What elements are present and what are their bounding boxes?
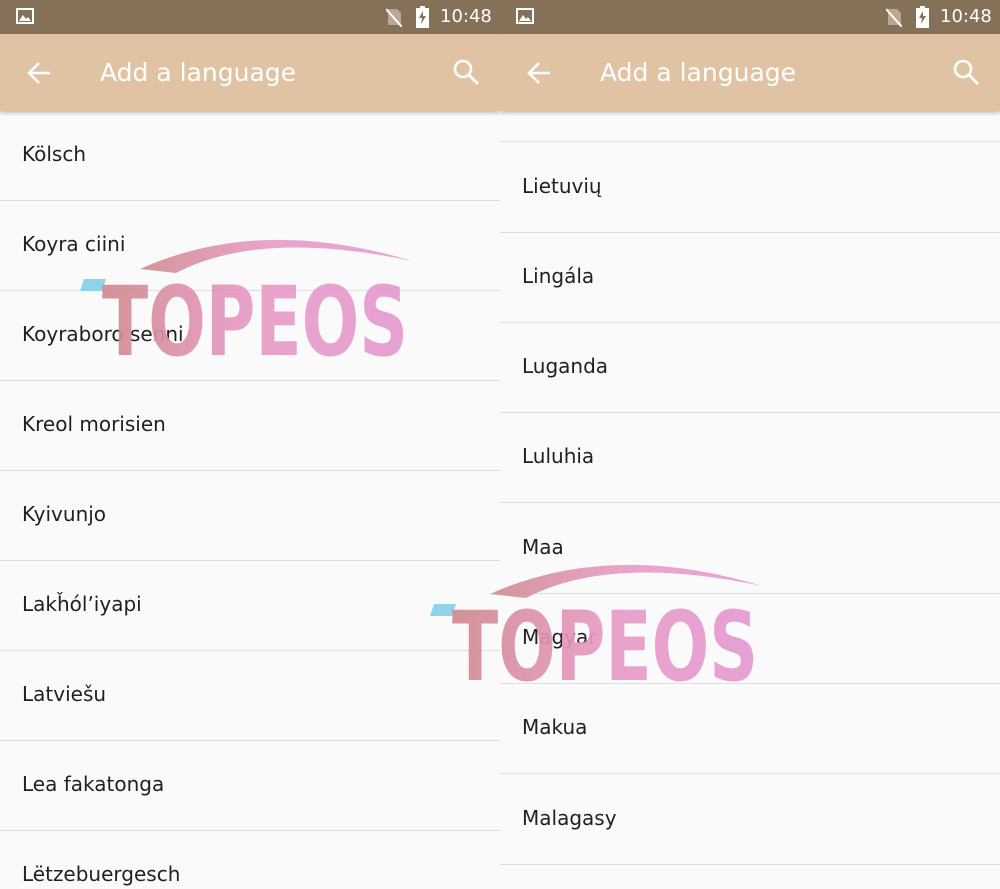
right-screen: 10:48 Add a language Lietuvių Lingála Lu…: [500, 0, 1000, 889]
language-item[interactable]: Koyra ciini: [0, 201, 500, 291]
status-bar: 10:48: [0, 0, 500, 34]
language-label: Lietuvių: [522, 174, 602, 198]
language-label: Kölsch: [22, 142, 87, 166]
language-item[interactable]: Kyivunjo: [0, 471, 500, 561]
language-label: Magyar: [522, 625, 597, 649]
no-sim-icon: [886, 8, 902, 27]
language-item[interactable]: Luluhia: [500, 413, 1000, 503]
app-bar: Add a language: [0, 34, 500, 111]
language-label: Koyra ciini: [22, 232, 126, 256]
language-item[interactable]: Lëtzebuergesch: [0, 831, 500, 889]
language-item[interactable]: Kreol morisien: [0, 381, 500, 471]
language-label: Latviešu: [22, 682, 107, 706]
language-item[interactable]: Lietuvių: [500, 143, 1000, 233]
language-label: Lingála: [522, 264, 595, 288]
language-label: Luluhia: [522, 444, 595, 468]
image-notification-icon: [516, 8, 534, 24]
app-bar: Add a language: [500, 34, 1000, 111]
status-bar: 10:48: [500, 0, 1000, 34]
language-label: Kreol morisien: [22, 412, 166, 436]
language-label: Makua: [522, 715, 588, 739]
language-item[interactable]: Maa: [500, 504, 1000, 594]
language-label: Lea fakatonga: [22, 772, 165, 796]
status-time: 10:48: [940, 6, 992, 27]
language-item[interactable]: Makua: [500, 684, 1000, 774]
language-item[interactable]: Malagasy: [500, 775, 1000, 865]
image-notification-icon: [16, 8, 34, 24]
language-item[interactable]: Lakȟólʼiyapi: [0, 561, 500, 651]
language-label: Luganda: [522, 354, 609, 378]
language-item[interactable]: Kölsch: [0, 111, 500, 201]
language-item[interactable]: Magyar: [500, 594, 1000, 684]
search-icon[interactable]: [952, 58, 980, 86]
no-sim-icon: [386, 8, 402, 27]
language-item[interactable]: Lea fakatonga: [0, 741, 500, 831]
battery-charging-icon: [416, 6, 429, 28]
language-label: Malagasy: [522, 806, 617, 830]
language-item[interactable]: Koyraboro senni: [0, 291, 500, 381]
back-arrow-icon[interactable]: [526, 60, 552, 86]
language-item[interactable]: Lingála: [500, 233, 1000, 323]
search-icon[interactable]: [452, 58, 480, 86]
language-label: Lakȟólʼiyapi: [22, 592, 142, 616]
language-label: Koyraboro senni: [22, 322, 184, 346]
page-title: Add a language: [600, 58, 797, 87]
language-label: Kyivunjo: [22, 502, 107, 526]
battery-charging-icon: [916, 6, 929, 28]
language-label: Maa: [522, 535, 564, 559]
page-title: Add a language: [100, 58, 297, 87]
status-time: 10:48: [440, 6, 492, 27]
language-item[interactable]: Latviešu: [0, 651, 500, 741]
back-arrow-icon[interactable]: [26, 60, 52, 86]
language-item[interactable]: Luganda: [500, 323, 1000, 413]
language-label: Lëtzebuergesch: [22, 862, 181, 886]
left-screen: 10:48 Add a language Kölsch Koyra ciini …: [0, 0, 500, 889]
